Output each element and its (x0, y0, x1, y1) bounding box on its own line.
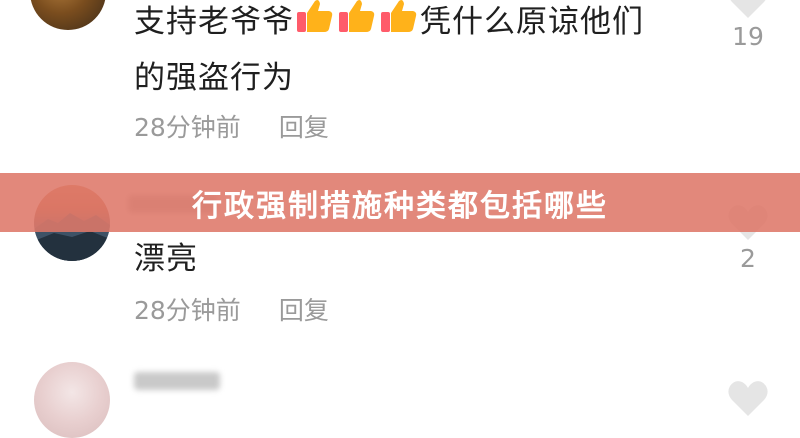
heart-icon (730, 0, 766, 18)
reply-button[interactable]: 回复 (279, 108, 329, 144)
like-button[interactable]: 19 (722, 0, 774, 51)
comment-time: 28分钟前 (134, 113, 241, 142)
like-count: 2 (740, 244, 756, 273)
comment-meta: 28分钟前 回复 (134, 108, 329, 144)
avatar[interactable] (34, 362, 110, 438)
comment-text-part: 支持老爷爷 (134, 4, 294, 40)
heart-icon (728, 381, 768, 416)
avatar[interactable] (30, 0, 106, 30)
comment-text: 漂亮 (134, 241, 198, 277)
thumbs-up-emoji-icon (295, 0, 335, 51)
username-blurred (134, 372, 220, 390)
comment-time: 28分钟前 (134, 296, 241, 325)
comment-text-part: 的强盗行为 (134, 59, 294, 96)
thumbs-up-emoji-icon (379, 0, 419, 51)
like-count: 19 (732, 22, 764, 51)
title-banner: 行政强制措施种类都包括哪些 (0, 173, 800, 232)
comment-text: 支持老爷爷 凭什么原谅他们 的强盗行为 (134, 0, 694, 105)
thumbs-up-emoji-icon (337, 0, 377, 51)
banner-title: 行政强制措施种类都包括哪些 (192, 188, 608, 224)
comment-meta: 28分钟前 回复 (134, 291, 329, 327)
reply-button[interactable]: 回复 (279, 291, 329, 327)
like-button[interactable] (722, 378, 774, 418)
comment-text-part: 凭什么原谅他们 (420, 4, 644, 40)
